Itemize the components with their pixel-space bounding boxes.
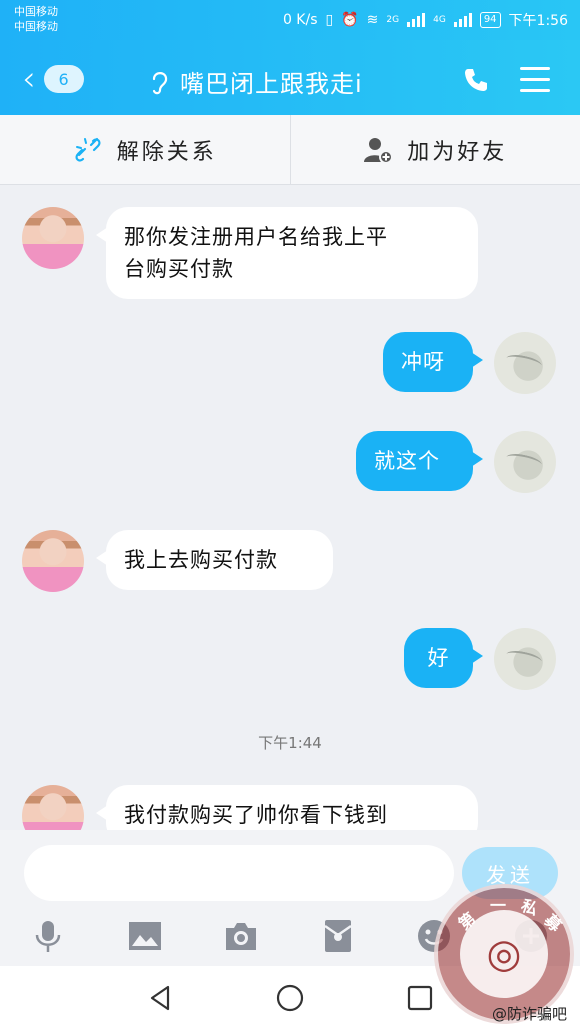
nav-recents-icon[interactable] bbox=[405, 983, 435, 1013]
signal-icon bbox=[407, 13, 426, 27]
net-4g-label: 4G bbox=[433, 15, 446, 25]
phone-icon[interactable] bbox=[462, 66, 490, 94]
status-indicators: 0 K/s ▯ ⏰ ≋ 2G 4G 94 下午1:56 bbox=[283, 10, 568, 30]
message-bubble-incoming[interactable]: 那你发注册用户名给我上平 台购买付款 bbox=[96, 207, 478, 299]
avatar-contact[interactable] bbox=[22, 785, 84, 830]
image-icon bbox=[129, 922, 161, 950]
red-packet-button[interactable] bbox=[316, 916, 360, 956]
watermark-credit: @防诈骗吧 bbox=[492, 1005, 568, 1023]
message-text-line: 那你发注册用户名给我上平 bbox=[124, 225, 388, 249]
camera-button[interactable] bbox=[219, 916, 263, 956]
message-bubble-outgoing[interactable]: 就这个 bbox=[356, 431, 483, 491]
network-speed: 0 K/s bbox=[282, 12, 318, 28]
relation-actions: 解除关系 加为好友 bbox=[0, 115, 580, 185]
wifi-icon: ≋ bbox=[366, 12, 379, 28]
message-bubble-incoming[interactable]: 我付款购买了帅你看下钱到 bbox=[96, 785, 478, 830]
avatar-self[interactable] bbox=[494, 431, 556, 493]
message-text: 冲呀 bbox=[401, 350, 445, 374]
avatar-contact[interactable] bbox=[22, 207, 84, 269]
unlink-button[interactable]: 解除关系 bbox=[0, 115, 290, 184]
status-bar: 中国移动 中国移动 0 K/s ▯ ⏰ ≋ 2G 4G 94 下午1:56 bbox=[0, 0, 580, 40]
avatar-self[interactable] bbox=[494, 332, 556, 394]
carrier-info: 中国移动 中国移动 bbox=[14, 4, 58, 34]
carrier-2: 中国移动 bbox=[14, 20, 58, 33]
message-bubble-incoming[interactable]: 我上去购买付款 bbox=[96, 530, 333, 590]
red-packet-icon bbox=[324, 920, 352, 952]
menu-icon[interactable] bbox=[520, 67, 550, 93]
add-friend-icon bbox=[364, 137, 394, 164]
signal-icon-2 bbox=[453, 13, 472, 27]
time-separator: 下午1:44 bbox=[258, 734, 322, 752]
chevron-left-icon: ‹ bbox=[22, 59, 36, 99]
mic-icon bbox=[35, 921, 61, 952]
image-button[interactable] bbox=[123, 916, 167, 956]
message-input[interactable] bbox=[24, 845, 454, 901]
add-friend-button[interactable]: 加为好友 bbox=[289, 115, 580, 184]
net-2g-label: 2G bbox=[386, 15, 400, 25]
back-button[interactable]: ‹ 6 bbox=[22, 62, 92, 96]
unread-count-badge: 6 bbox=[43, 65, 84, 93]
unlink-icon bbox=[75, 137, 101, 162]
avatar-contact[interactable] bbox=[22, 530, 84, 592]
message-bubble-outgoing[interactable]: 冲呀 bbox=[383, 332, 483, 392]
message-text: 我上去购买付款 bbox=[124, 548, 278, 572]
camera-icon bbox=[226, 923, 256, 950]
carrier-1: 中国移动 bbox=[14, 5, 58, 18]
vibrate-icon: ▯ bbox=[325, 12, 334, 28]
message-text-line: 台购买付款 bbox=[124, 257, 234, 281]
title-group[interactable]: 嘴巴闭上跟我走i bbox=[150, 64, 363, 99]
add-friend-label: 加为好友 bbox=[407, 139, 508, 165]
avatar-self[interactable] bbox=[494, 628, 556, 690]
message-text: 好 bbox=[427, 646, 450, 670]
chat-header: ‹ 6 嘴巴闭上跟我走i bbox=[0, 40, 580, 115]
message-list[interactable]: 那你发注册用户名给我上平 台购买付款 冲呀 就这个 我上去购买付款 好 下午1:… bbox=[0, 185, 580, 830]
alarm-icon: ⏰ bbox=[341, 12, 359, 28]
battery-icon: 94 bbox=[479, 12, 501, 28]
nav-home-icon[interactable] bbox=[275, 983, 305, 1013]
status-time: 下午1:56 bbox=[508, 13, 568, 29]
ear-icon bbox=[152, 71, 168, 94]
message-bubble-outgoing[interactable]: 好 bbox=[404, 628, 483, 688]
unlink-label: 解除关系 bbox=[116, 139, 217, 165]
nav-back-icon[interactable] bbox=[146, 983, 176, 1013]
chat-title: 嘴巴闭上跟我走i bbox=[180, 70, 363, 98]
watermark-logo-icon: ◎ bbox=[460, 910, 548, 998]
message-text: 就这个 bbox=[374, 449, 440, 473]
message-text: 我付款购买了帅你看下钱到 bbox=[124, 803, 388, 827]
mic-button[interactable] bbox=[26, 916, 70, 956]
